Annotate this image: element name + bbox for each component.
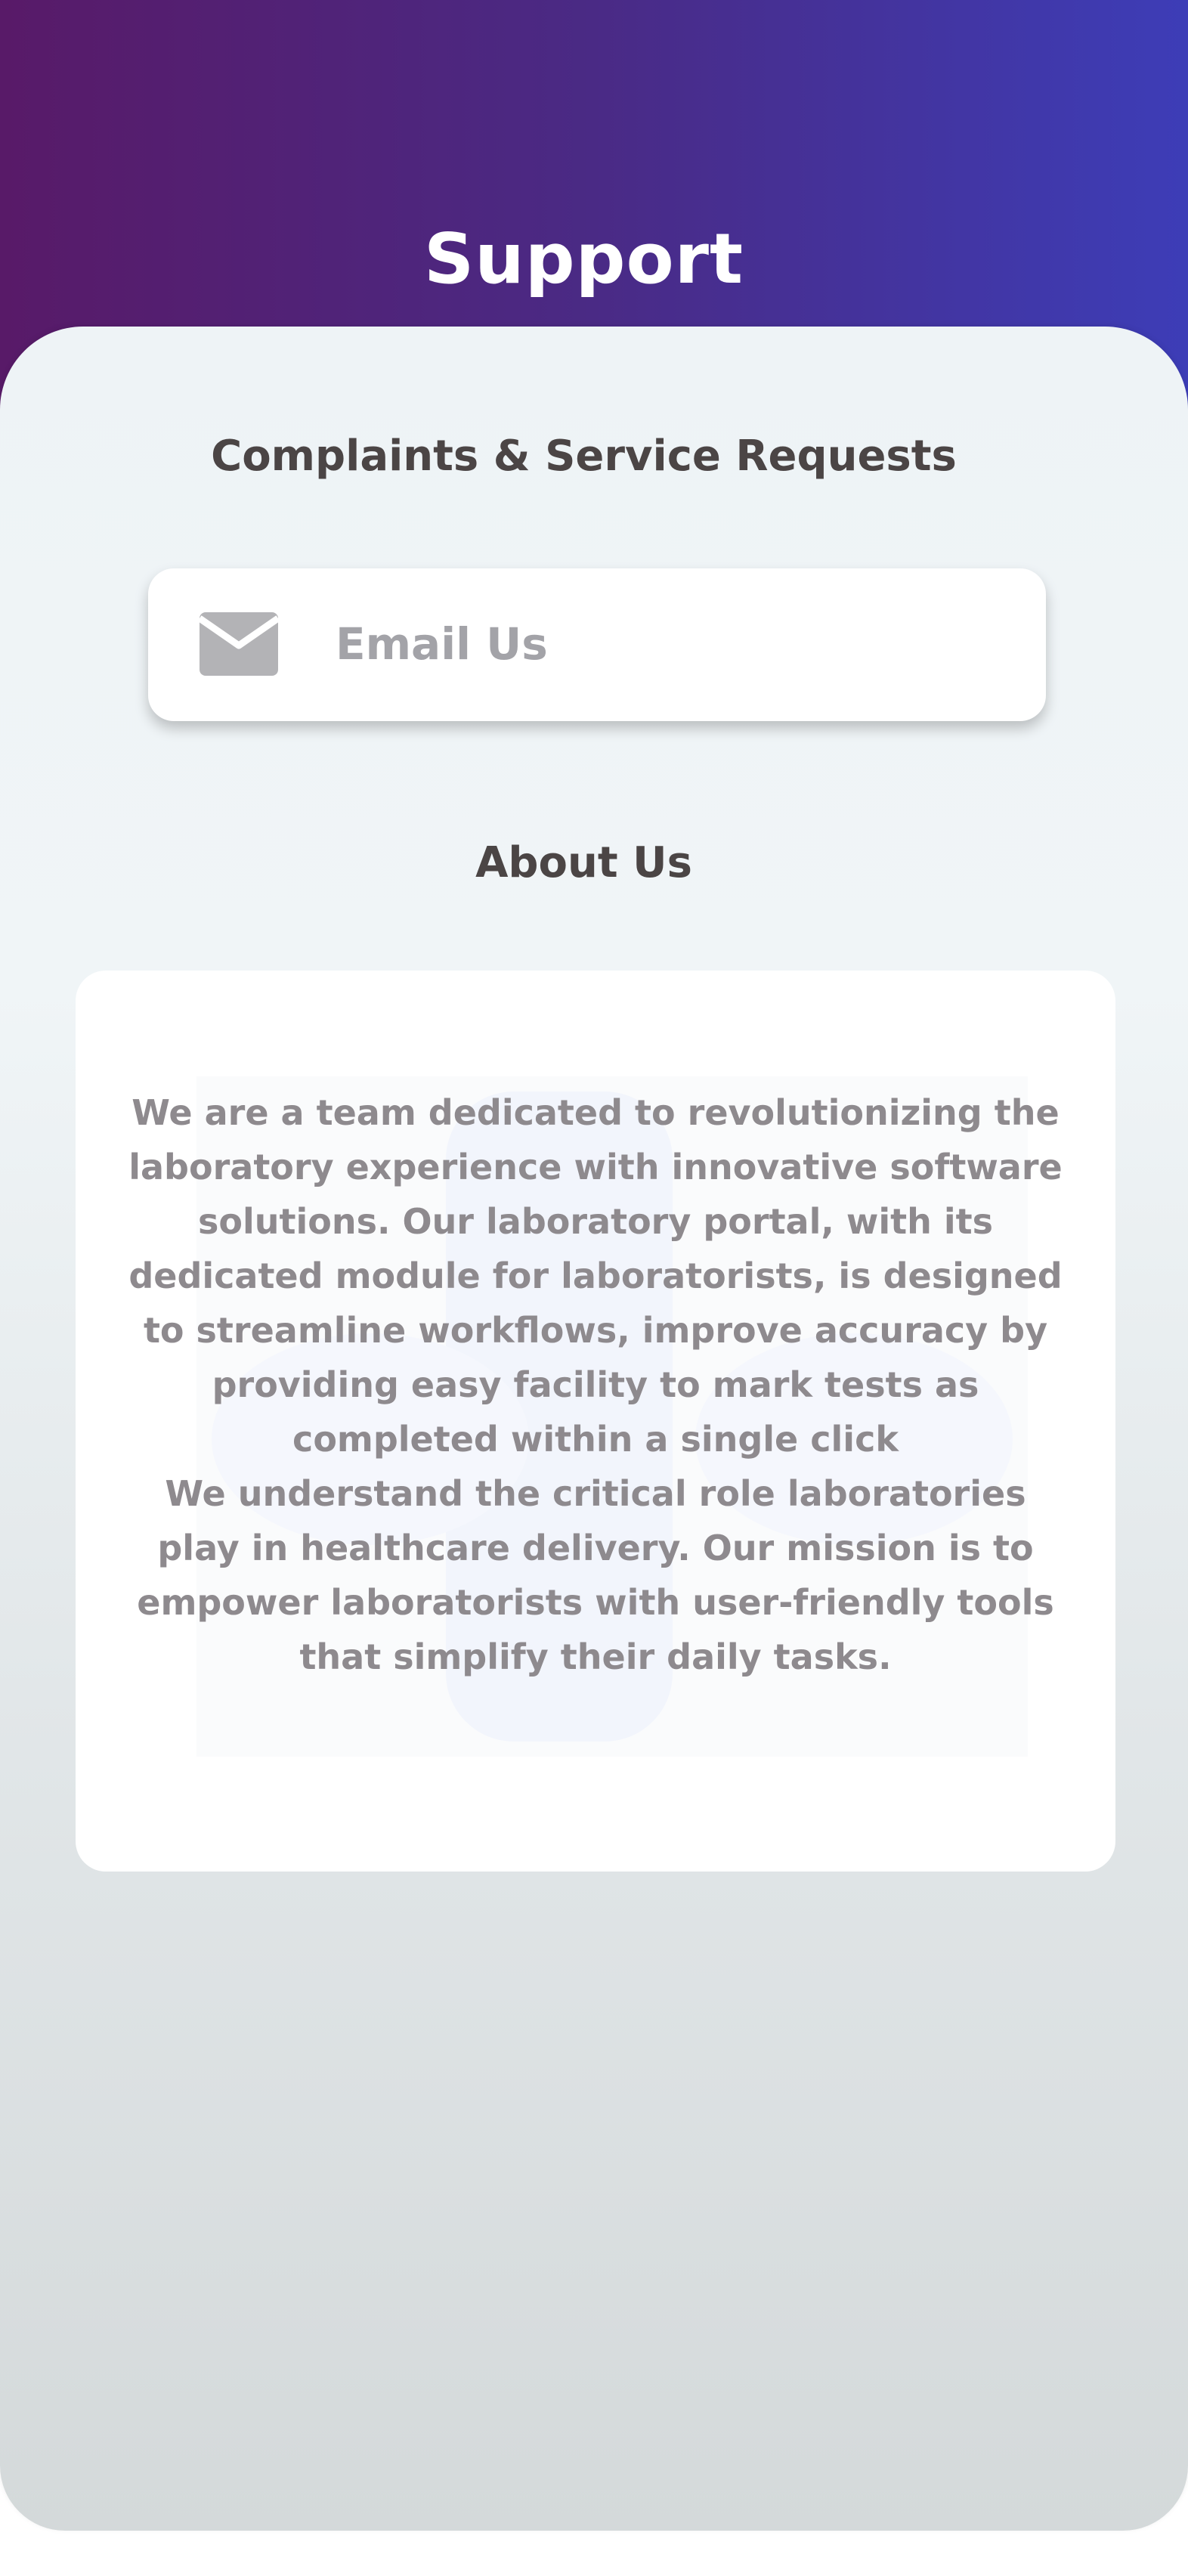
about-card: We are a team dedicated to revolutionizi… — [76, 971, 1115, 1872]
page-title: Support — [423, 218, 744, 299]
about-text: We are a team dedicated to revolutionizi… — [121, 1085, 1070, 1684]
email-us-label: Email Us — [336, 618, 548, 670]
complaints-heading: Complaints & Service Requests — [211, 432, 957, 481]
email-us-button[interactable]: Email Us — [148, 568, 1046, 721]
about-paragraph-1: We are a team dedicated to revolutionizi… — [128, 1092, 1063, 1460]
about-paragraph-2: We understand the critical role laborato… — [137, 1473, 1054, 1677]
about-heading: About Us — [475, 838, 692, 887]
envelope-icon — [200, 612, 278, 676]
